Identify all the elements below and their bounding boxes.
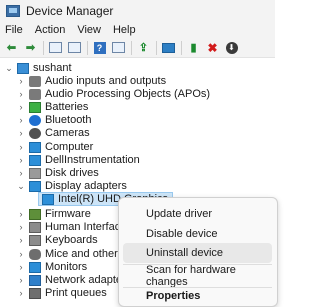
title-bar: Device Manager: [0, 0, 275, 22]
chevron-right-icon[interactable]: ›: [16, 247, 26, 261]
chevron-right-icon[interactable]: ›: [16, 100, 26, 114]
bluetooth-icon: [29, 114, 41, 126]
chevron-down-icon[interactable]: ⌄: [4, 61, 14, 75]
menu-bar: File Action View Help: [0, 22, 275, 38]
toolbar-separator: [87, 40, 88, 55]
tree-item-computer[interactable]: › Computer: [16, 140, 94, 154]
tree-label: Display adapters: [45, 180, 127, 192]
tree-item-monitors[interactable]: › Monitors: [16, 260, 88, 274]
display-adapter-icon: [42, 193, 54, 205]
tree-item-disk-drives[interactable]: › Disk drives: [16, 166, 99, 180]
chevron-right-icon[interactable]: ›: [16, 220, 26, 234]
forward-icon[interactable]: ➡: [23, 41, 38, 55]
tree-item-batteries[interactable]: › Batteries: [16, 100, 89, 114]
disk-drive-icon: [29, 167, 41, 179]
computer-icon: [17, 62, 29, 74]
window-title: Device Manager: [26, 4, 114, 18]
chevron-right-icon[interactable]: ›: [16, 87, 26, 101]
menu-file[interactable]: File: [0, 24, 29, 36]
hid-icon: [29, 221, 41, 233]
menu-action[interactable]: Action: [29, 24, 72, 36]
tree-label: Keyboards: [45, 234, 98, 246]
chevron-right-icon[interactable]: ›: [16, 126, 26, 140]
speaker-icon: [29, 75, 41, 87]
chevron-right-icon[interactable]: ›: [16, 207, 26, 221]
view-icon[interactable]: [111, 41, 126, 55]
back-icon[interactable]: ⬅: [4, 41, 19, 55]
enable-device-icon[interactable]: ▮: [186, 41, 201, 55]
context-menu: Update driver Disable device Uninstall d…: [118, 197, 278, 307]
tree-item-keyboards[interactable]: › Keyboards: [16, 233, 98, 247]
mouse-icon: [29, 248, 41, 260]
monitor-icon: [29, 141, 41, 153]
disable-device-icon[interactable]: ⬇: [224, 41, 239, 55]
tree-item-audio-inputs[interactable]: › Audio inputs and outputs: [16, 74, 167, 88]
menu-view[interactable]: View: [71, 24, 107, 36]
menu-item-disable-device[interactable]: Disable device: [119, 224, 276, 244]
toolbar-separator: [156, 40, 157, 55]
chevron-right-icon[interactable]: ›: [16, 153, 26, 167]
chevron-right-icon[interactable]: ›: [16, 260, 26, 274]
camera-icon: [29, 127, 41, 139]
battery-icon: [29, 101, 41, 113]
printer-icon: [29, 287, 41, 299]
device-manager-icon: [6, 5, 20, 17]
scan-hardware-icon[interactable]: [161, 41, 176, 55]
toolbar-separator: [131, 40, 132, 55]
toolbar-separator: [43, 40, 44, 55]
tree-root[interactable]: ⌄ sushant: [4, 61, 72, 75]
menu-item-update-driver[interactable]: Update driver: [119, 204, 276, 224]
chevron-right-icon[interactable]: ›: [16, 140, 26, 154]
monitor-icon: [29, 261, 41, 273]
menu-item-scan-hardware[interactable]: Scan for hardware changes: [119, 264, 276, 288]
tree-item-cameras[interactable]: › Cameras: [16, 126, 90, 140]
chevron-right-icon[interactable]: ›: [16, 166, 26, 180]
tree-item-network-adapters[interactable]: › Network adapters: [16, 273, 132, 287]
chevron-down-icon[interactable]: ⌄: [16, 179, 26, 193]
keyboard-icon: [29, 234, 41, 246]
tree-item-apos[interactable]: › Audio Processing Objects (APOs): [16, 87, 211, 101]
tree-label: Print queues: [45, 287, 107, 299]
tree-item-dellinstrumentation[interactable]: › DellInstrumentation: [16, 153, 140, 167]
tree-label: DellInstrumentation: [45, 154, 140, 166]
tree-label: Batteries: [45, 101, 89, 113]
monitor-icon: [29, 154, 41, 166]
chevron-right-icon[interactable]: ›: [16, 233, 26, 247]
tree-item-firmware[interactable]: › Firmware: [16, 207, 91, 221]
network-adapter-icon: [29, 274, 41, 286]
menu-help[interactable]: Help: [107, 24, 142, 36]
tree-label: Monitors: [45, 261, 88, 273]
chevron-right-icon[interactable]: ›: [16, 113, 26, 127]
tree-label: Audio Processing Objects (APOs): [45, 88, 211, 100]
tree-label: Firmware: [45, 208, 91, 220]
menu-item-properties[interactable]: Properties: [119, 286, 276, 306]
show-hidden-icon[interactable]: [67, 41, 82, 55]
firmware-icon: [29, 208, 41, 220]
properties-icon[interactable]: [48, 41, 63, 55]
tree-label: sushant: [33, 62, 72, 74]
help-icon[interactable]: ?: [92, 41, 107, 55]
tree-label: Disk drives: [45, 167, 99, 179]
display-adapter-icon: [29, 180, 41, 192]
tree-label: Computer: [45, 141, 94, 153]
tree-label: Bluetooth: [45, 114, 92, 126]
uninstall-device-icon[interactable]: ✖: [205, 41, 220, 55]
toolbar: ⬅ ➡ ? ⇪ ▮ ✖ ⬇: [0, 38, 275, 58]
speaker-icon: [29, 88, 41, 100]
chevron-right-icon[interactable]: ›: [16, 273, 26, 287]
update-driver-icon[interactable]: ⇪: [136, 41, 151, 55]
tree-item-bluetooth[interactable]: › Bluetooth: [16, 113, 92, 127]
chevron-right-icon[interactable]: ›: [16, 286, 26, 300]
chevron-right-icon[interactable]: ›: [16, 74, 26, 88]
tree-item-print-queues[interactable]: › Print queues: [16, 286, 107, 300]
menu-item-uninstall-device[interactable]: Uninstall device: [123, 243, 272, 263]
tree-item-display-adapters[interactable]: ⌄ Display adapters: [16, 179, 127, 193]
tree-label: Cameras: [45, 127, 90, 139]
tree-label: Audio inputs and outputs: [45, 75, 167, 87]
toolbar-separator: [181, 40, 182, 55]
